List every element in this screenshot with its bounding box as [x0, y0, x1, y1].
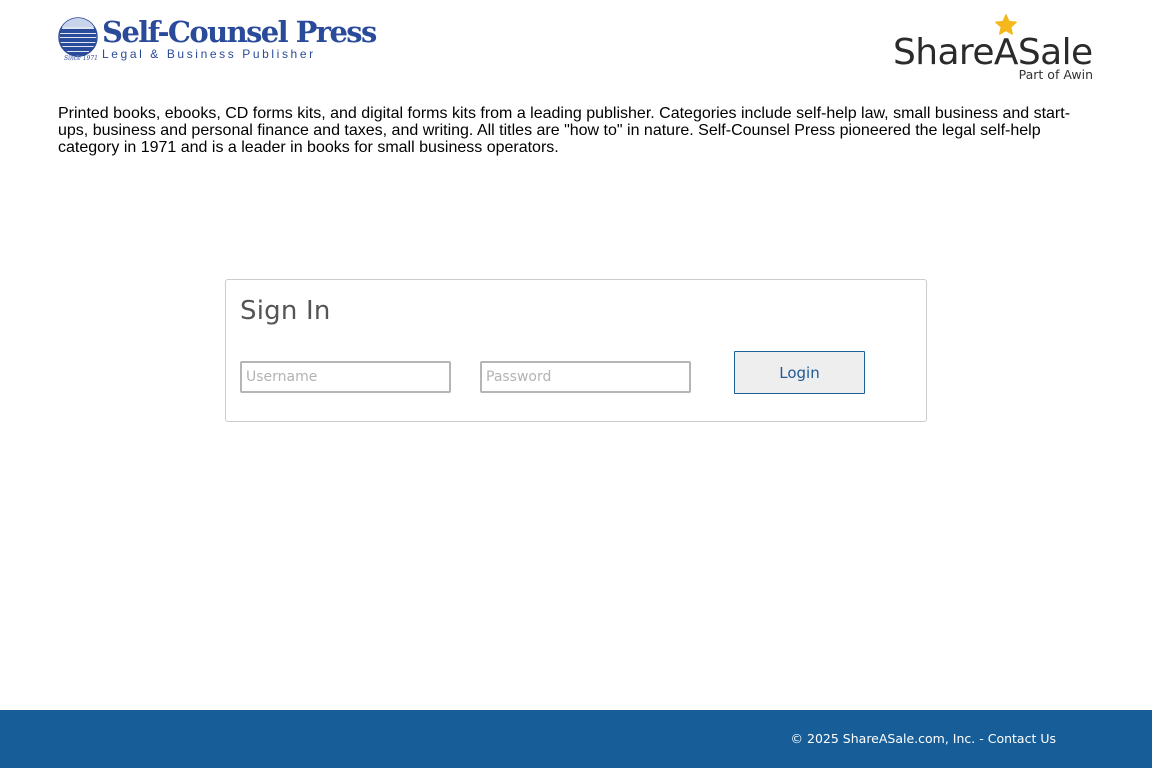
merchant-wordmark: Self-Counsel Press Legal & Business Publ…	[102, 15, 377, 61]
signin-title: Sign In	[240, 296, 331, 326]
shareasale-subtitle: Part of Awin	[1018, 67, 1093, 82]
page: Self-Counsel Press Legal & Business Publ…	[0, 0, 1152, 768]
merchant-since: Since 1971	[64, 55, 98, 62]
copyright-text: © 2025 ShareASale.com, Inc. -	[790, 731, 988, 746]
merchant-tagline: Legal & Business Publisher	[102, 47, 316, 61]
merchant-name: Self-Counsel Press	[102, 15, 377, 49]
footer-text: © 2025 ShareASale.com, Inc. - Contact Us	[791, 731, 1056, 746]
shareasale-logo[interactable]: ShareASale Part of Awin	[893, 14, 1095, 86]
merchant-logo[interactable]: Self-Counsel Press Legal & Business Publ…	[58, 15, 377, 67]
login-button[interactable]: Login	[734, 351, 865, 394]
contact-us-link[interactable]: Contact Us	[988, 731, 1056, 746]
merchant-description: Printed books, ebooks, CD forms kits, an…	[58, 105, 1071, 156]
password-input[interactable]	[480, 361, 691, 393]
signin-panel: Sign In Login	[225, 279, 927, 422]
footer: © 2025 ShareASale.com, Inc. - Contact Us	[0, 710, 1152, 768]
username-input[interactable]	[240, 361, 451, 393]
